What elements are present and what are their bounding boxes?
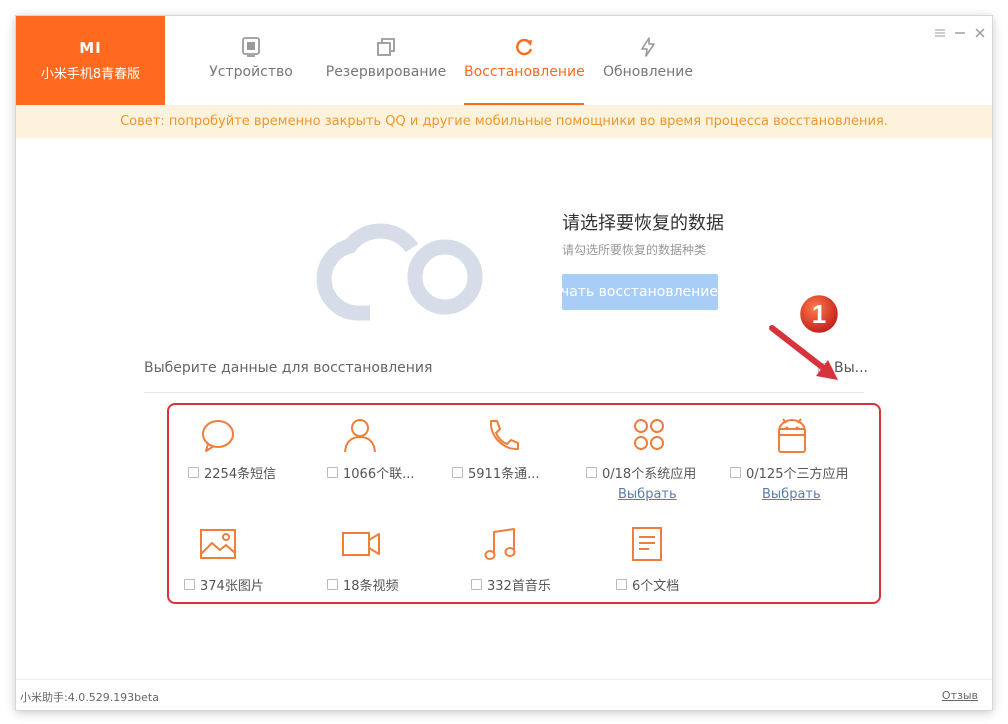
category-third-party-apps: 0/125个三方应用 Выбрать [730,417,870,507]
tab-update[interactable]: Обновление [598,16,698,105]
device-icon [242,37,260,57]
category-checkbox[interactable] [452,467,463,478]
brand-panel: MI 小米手机8青春版 [16,16,165,105]
update-icon [641,37,655,57]
start-restore-button[interactable]: Начать восстановление [562,274,718,310]
video-icon [342,532,380,556]
category-row[interactable]: 0/125个三方应用 [730,463,848,482]
backup-icon [377,38,395,56]
category-checkbox[interactable] [471,579,482,590]
tab-backup[interactable]: Резервирование [321,16,451,105]
feedback-link[interactable]: Отзыв [942,689,978,702]
document-icon [632,527,662,561]
phone-icon [489,420,519,451]
category-checkbox[interactable] [184,579,195,590]
category-contacts: 1066个联... [325,417,465,507]
annotation-marker: 1 [769,292,841,380]
tab-restore[interactable]: Восстановление [464,16,585,105]
window-controls [934,24,986,38]
category-row[interactable]: 0/18个系统应用 [586,463,696,482]
music-icon [484,528,516,560]
category-documents: 6个文档 [614,526,754,596]
category-checkbox[interactable] [730,467,741,478]
category-calls: 5911条通... [452,417,592,507]
category-system-apps: 0/18个系统应用 Выбрать [586,417,726,507]
android-icon [778,418,806,453]
select-system-apps-link[interactable]: Выбрать [618,487,677,502]
mi-logo: MI [79,39,102,57]
restore-icon [516,38,533,56]
category-label: 18条视频 [343,579,399,594]
category-checkbox[interactable] [616,579,627,590]
minimize-icon[interactable] [954,24,966,36]
cloud-icon [316,223,483,321]
hero-subtitle: 请勾选所要恢复的数据种类 [562,243,707,257]
category-label: 332首音乐 [487,579,551,594]
category-row[interactable]: 5911条通... [452,463,539,482]
category-label: 0/125个三方应用 [746,467,849,482]
device-name: 小米手机8青春版 [40,67,141,82]
category-label: 1066个联... [343,467,415,482]
category-row[interactable]: 6个文档 [616,575,679,594]
category-row[interactable]: 332首音乐 [471,575,551,594]
tip-banner: Совет: попробуйте временно закрыть QQ и … [16,105,992,138]
status-bar: 小米助手:4.0.529.193beta Отзыв [16,679,992,710]
tab-backup-label: Резервирование [325,64,447,80]
category-label: 2254条短信 [204,467,277,482]
category-row[interactable]: 18条视频 [327,575,399,594]
start-restore-button-label: Начать восстановление [562,284,718,300]
category-checkbox[interactable] [327,467,338,478]
category-checkbox[interactable] [586,467,597,478]
category-label: 6个文档 [632,579,680,594]
tab-restore-label: Восстановление [464,64,585,80]
divider [144,392,864,393]
category-images: 374张图片 [182,526,322,596]
menu-icon[interactable] [934,24,946,37]
annotation-number: 1 [812,299,826,329]
category-checkbox[interactable] [188,467,199,478]
select-data-label: Выберите данные для восстановления [144,360,433,376]
category-label: 5911条通... [468,467,540,482]
system-apps-icon [634,419,664,450]
category-videos: 18条视频 [325,526,465,596]
category-label: 0/18个系统应用 [602,467,697,482]
select-third-party-apps-link[interactable]: Выбрать [762,487,821,502]
app-window: MI 小米手机8青春版 Устройство Резервирование Во… [16,16,992,710]
category-music: 332首音乐 [469,526,609,596]
category-row[interactable]: 374张图片 [184,575,264,594]
hero-title: 请选择要恢复的数据 [562,213,724,234]
category-row[interactable]: 2254条短信 [188,463,276,482]
message-icon [202,420,234,452]
contacts-icon [344,419,376,453]
category-messages: 2254条短信 [186,417,326,507]
category-checkbox[interactable] [327,579,338,590]
tab-device[interactable]: Устройство [196,16,306,105]
close-icon[interactable] [974,24,986,38]
image-icon [200,529,236,559]
tab-update-label: Обновление [602,64,694,80]
version-text: 小米助手:4.0.529.193beta [20,691,159,704]
tab-device-label: Устройство [209,64,293,80]
category-label: 374张图片 [200,579,264,594]
category-row[interactable]: 1066个联... [327,463,414,482]
